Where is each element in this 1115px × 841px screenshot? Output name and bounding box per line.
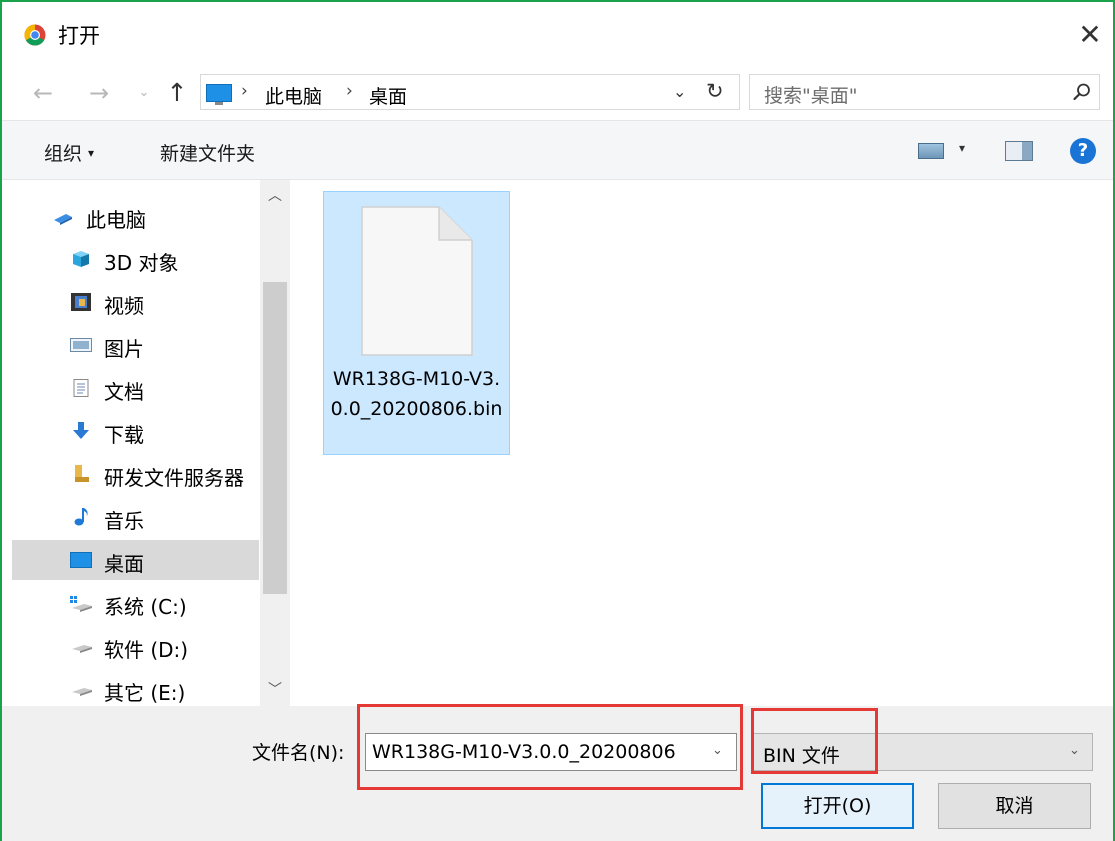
nav-item-label: 音乐 — [104, 509, 144, 533]
breadcrumb-separator[interactable]: › — [346, 81, 353, 101]
drive-icon — [72, 645, 92, 653]
address-dropdown-button[interactable]: ⌄ — [673, 82, 686, 101]
up-button[interactable]: ↑ — [162, 76, 192, 110]
file-list: WR138G-M10-V3.0.0_20200806.bin — [292, 180, 1113, 706]
nav-item-videos[interactable]: 视频 — [12, 282, 259, 322]
organize-menu[interactable]: 组织 ▾ — [44, 139, 94, 166]
open-button[interactable]: 打开(O) — [761, 783, 914, 829]
preview-pane-icon[interactable] — [1005, 141, 1033, 161]
downloads-icon — [73, 422, 89, 439]
search-box[interactable]: 搜索"桌面" — [749, 74, 1100, 110]
file-icon — [361, 206, 473, 356]
documents-icon — [73, 379, 89, 397]
music-icon — [74, 508, 88, 526]
change-view-icon[interactable] — [918, 143, 944, 159]
recent-locations-button[interactable]: ⌄ — [134, 76, 154, 110]
navigation-pane-scrollbar[interactable]: ︿ ﹀ — [260, 180, 290, 706]
cancel-button[interactable]: 取消 — [938, 783, 1091, 829]
navigation-pane: 此电脑 3D 对象 视频 图片 文档 下载 研发文件服务器 音乐 桌面 系统 (… — [2, 180, 290, 706]
dialog-title: 打开 — [58, 24, 100, 48]
help-icon[interactable]: ? — [1070, 138, 1096, 164]
scroll-thumb[interactable] — [263, 282, 287, 594]
3d-objects-icon — [73, 251, 89, 267]
system-drive-icon — [70, 596, 92, 612]
nav-item-downloads[interactable]: 下载 — [12, 411, 259, 451]
filename-label: 文件名(N): — [252, 742, 345, 764]
navigation-bar: ← → ⌄ ↑ › 此电脑 › 桌面 ⌄ ↻ 搜索"桌面" — [2, 68, 1113, 120]
this-pc-icon — [54, 214, 72, 225]
nav-item-desktop[interactable]: 桌面 — [12, 540, 259, 580]
scroll-down-button[interactable]: ﹀ — [260, 676, 290, 704]
nav-item-drive-e[interactable]: 其它 (E:) — [12, 669, 259, 709]
filetype-value: BIN 文件 — [763, 745, 840, 767]
nav-item-network-folder[interactable]: 研发文件服务器 — [12, 454, 259, 494]
nav-item-label: 其它 (E:) — [104, 681, 186, 705]
network-folder-icon — [75, 465, 89, 482]
filename-value: WR138G-M10-V3.0.0_20200806 — [372, 741, 676, 763]
nav-item-pictures[interactable]: 图片 — [12, 325, 259, 365]
breadcrumb-desktop[interactable]: 桌面 — [369, 82, 407, 109]
chrome-icon — [24, 24, 46, 46]
nav-item-music[interactable]: 音乐 — [12, 497, 259, 537]
nav-item-label: 文档 — [104, 380, 144, 404]
pictures-icon — [70, 338, 92, 352]
dialog-footer: 文件名(N): WR138G-M10-V3.0.0_20200806 ⌄ BIN… — [2, 704, 1113, 841]
chevron-down-icon: ⌄ — [1069, 743, 1080, 758]
title-bar: 打开 ✕ — [2, 2, 1113, 68]
forward-button[interactable]: → — [82, 76, 116, 110]
nav-item-label: 3D 对象 — [104, 251, 179, 275]
nav-item-documents[interactable]: 文档 — [12, 368, 259, 408]
search-placeholder: 搜索"桌面" — [764, 85, 858, 107]
nav-item-label: 系统 (C:) — [104, 595, 187, 619]
breadcrumb-this-pc[interactable]: 此电脑 — [265, 82, 322, 109]
view-options-chevron-icon[interactable]: ▾ — [959, 141, 965, 155]
desktop-icon — [206, 84, 232, 105]
chevron-down-icon[interactable]: ⌄ — [712, 743, 723, 758]
file-name: WR138G-M10-V3.0.0_20200806.bin — [330, 368, 503, 420]
search-icon[interactable] — [1072, 82, 1092, 102]
new-folder-button[interactable]: 新建文件夹 — [160, 139, 255, 166]
organize-label: 组织 — [44, 143, 83, 165]
drive-icon — [72, 688, 92, 696]
videos-icon — [71, 293, 91, 311]
chevron-down-icon: ▾ — [88, 146, 95, 160]
refresh-button[interactable]: ↻ — [706, 79, 724, 103]
nav-item-this-pc[interactable]: 此电脑 — [12, 196, 259, 236]
file-item[interactable]: WR138G-M10-V3.0.0_20200806.bin — [323, 191, 510, 455]
nav-item-label: 桌面 — [104, 552, 144, 576]
nav-item-system-drive[interactable]: 系统 (C:) — [12, 583, 259, 623]
nav-item-drive-d[interactable]: 软件 (D:) — [12, 626, 259, 666]
back-button[interactable]: ← — [26, 76, 60, 110]
scroll-up-button[interactable]: ︿ — [260, 182, 290, 210]
nav-item-label: 此电脑 — [86, 208, 146, 232]
desktop-icon — [70, 552, 92, 568]
filetype-select[interactable]: BIN 文件 ⌄ — [752, 733, 1093, 771]
filename-input[interactable]: WR138G-M10-V3.0.0_20200806 ⌄ — [365, 733, 737, 771]
nav-item-label: 软件 (D:) — [104, 638, 189, 662]
open-file-dialog: 打开 ✕ ← → ⌄ ↑ › 此电脑 › 桌面 ⌄ ↻ 搜索"桌面" 组织 ▾ 新… — [0, 0, 1115, 841]
close-button[interactable]: ✕ — [1070, 16, 1110, 56]
nav-item-label: 研发文件服务器 — [104, 466, 244, 490]
nav-item-label: 下载 — [104, 423, 144, 447]
address-bar[interactable]: › 此电脑 › 桌面 ⌄ ↻ — [200, 74, 740, 110]
command-bar: 组织 ▾ 新建文件夹 ▾ ? — [2, 120, 1113, 180]
breadcrumb-separator[interactable]: › — [241, 81, 248, 101]
nav-item-3d-objects[interactable]: 3D 对象 — [12, 239, 259, 279]
nav-item-label: 图片 — [104, 337, 144, 361]
nav-item-label: 视频 — [104, 294, 144, 318]
